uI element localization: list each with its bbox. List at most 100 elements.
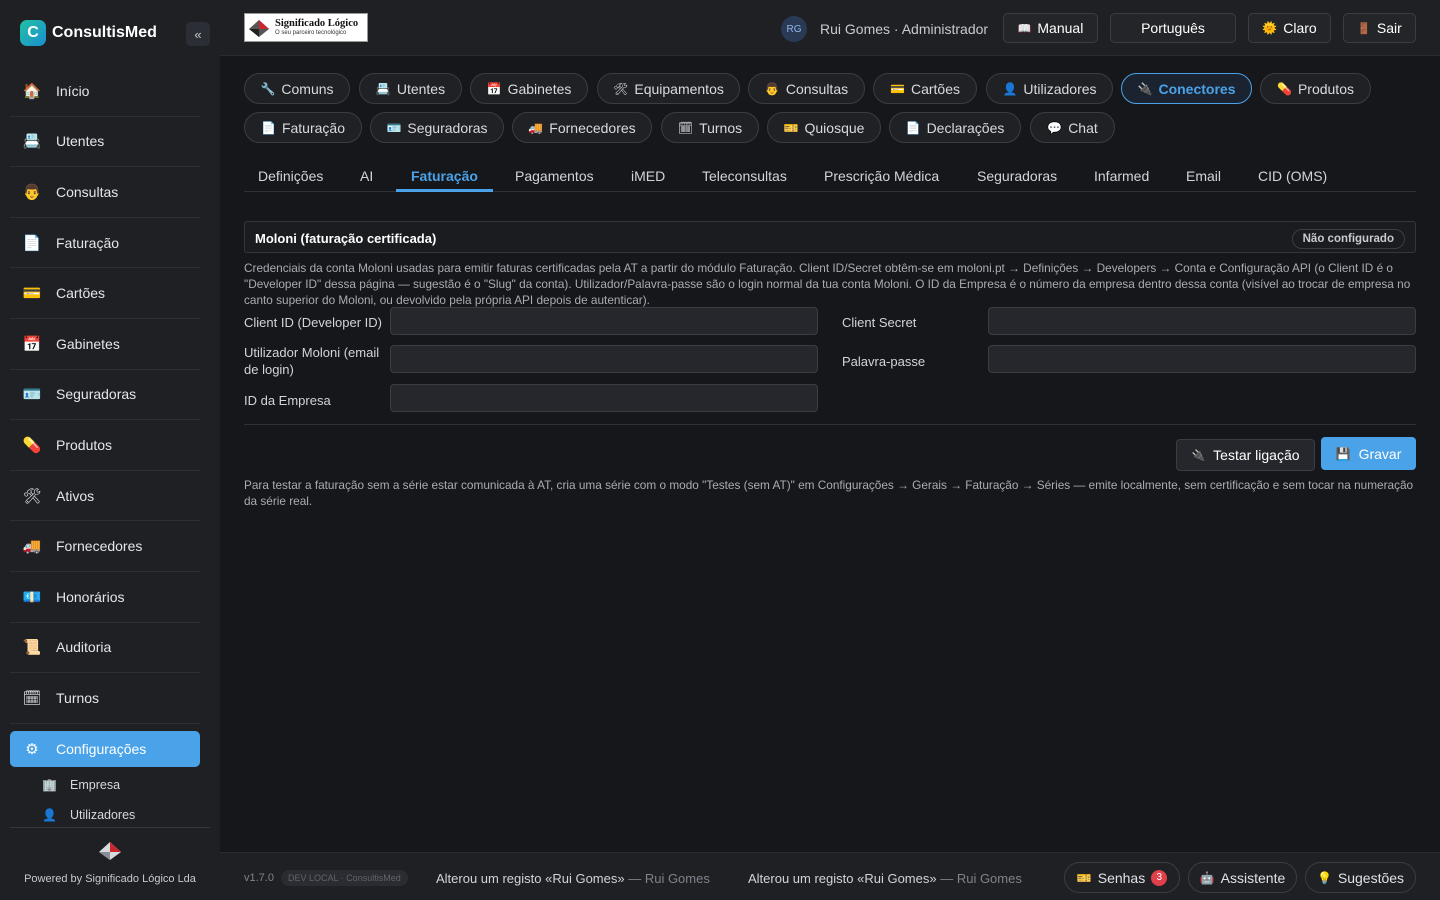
section-consultas[interactable]: 👨 Consultas [748, 73, 865, 104]
tab-cid-oms[interactable]: CID (OMS) [1258, 168, 1327, 184]
section-turnos[interactable]: 🗓 Turnos [661, 112, 759, 143]
sidebar-item-inicio[interactable]: 🏠 Início [10, 66, 200, 117]
sidebar-item-label: Utentes [56, 133, 105, 150]
assistente-label: Assistente [1220, 869, 1286, 886]
username-label: Utilizador Moloni (email de login) [244, 345, 380, 377]
section-fornecedores[interactable]: 🚚 Fornecedores [512, 112, 652, 143]
company-logo[interactable]: Significado Lógico O seu parceiro tecnol… [244, 13, 368, 42]
tab-teleconsultas[interactable]: Teleconsultas [702, 168, 787, 184]
section-label: Cartões [910, 80, 960, 97]
section-chat[interactable]: 💬 Chat [1030, 112, 1115, 143]
tab-ai[interactable]: AI [360, 168, 373, 184]
theme-toggle-label: Claro [1283, 20, 1317, 36]
card-description: Credenciais da conta Moloni usadas para … [244, 261, 1411, 307]
tab-prescricao-medica[interactable]: Prescrição Médica [824, 168, 939, 184]
section-declaracoes[interactable]: 📄 Declarações [889, 112, 1021, 143]
patients-icon: 📇 [22, 133, 42, 151]
section-produtos[interactable]: 💊 Produtos [1260, 73, 1371, 104]
senhas-button[interactable]: 🎫 Senhas 3 [1064, 862, 1180, 893]
section-label: Produtos [1297, 80, 1354, 97]
sidebar-item-fornecedores[interactable]: 🚚 Fornecedores [10, 521, 200, 572]
tab-email[interactable]: Email [1186, 168, 1221, 184]
sidebar-subitem-utilizadores[interactable]: 👤 Utilizadores [10, 800, 200, 830]
sugestoes-button[interactable]: 💡 Sugestões [1305, 862, 1416, 893]
sidebar-item-seguradoras[interactable]: 🪪 Seguradoras [10, 370, 200, 421]
sidebar-item-label: Início [56, 82, 90, 99]
client-secret-input[interactable] [988, 307, 1416, 335]
section-faturacao[interactable]: 📄 Faturação [244, 112, 362, 143]
sidebar-item-auditoria[interactable]: 📜 Auditoria [10, 623, 200, 674]
sidebar-item-label: Faturação [56, 234, 120, 251]
sidebar-item-cartoes[interactable]: 💳 Cartões [10, 268, 200, 319]
company-id-input[interactable] [390, 384, 818, 412]
section-quiosque[interactable]: 🎫 Quiosque [767, 112, 881, 143]
sidebar-divider [10, 827, 210, 828]
test-connection-button[interactable]: 🔌 Testar ligação [1176, 439, 1315, 471]
app-name: ConsultisMed [52, 24, 157, 41]
sidebar-subitem-label: Utilizadores [70, 808, 136, 822]
client-id-input[interactable] [390, 307, 818, 335]
section-conectores[interactable]: 🔌 Conectores [1121, 73, 1252, 104]
section-label: Quiosque [804, 119, 865, 136]
sidebar-item-consultas[interactable]: 👨 Consultas [10, 167, 200, 218]
company-logo-tagline: O seu parceiro tecnológico [275, 30, 347, 36]
assistente-button[interactable]: 🤖 Assistente [1188, 862, 1297, 893]
sidebar-item-ativos[interactable]: 🛠 Ativos [10, 471, 200, 522]
ticket-icon: 🎫 [1076, 870, 1092, 885]
section-label: Equipamentos [634, 80, 724, 97]
senhas-label: Senhas [1097, 869, 1146, 886]
avatar[interactable]: RG [781, 16, 807, 42]
test-connection-label: Testar ligação [1213, 447, 1300, 463]
section-gabinetes[interactable]: 📅 Gabinetes [470, 73, 588, 104]
sidebar-subitem-empresa[interactable]: 🏢 Empresa [10, 770, 200, 800]
invoice-icon: 📄 [22, 234, 42, 252]
version-label: v1.7.0 [244, 872, 274, 884]
section-equipamentos[interactable]: 🛠 Equipamentos [597, 73, 740, 104]
sidebar-item-turnos[interactable]: 🗓 Turnos [10, 673, 200, 724]
sidebar-item-configuracoes[interactable]: ⚙ Configurações [10, 730, 200, 767]
manual-button-label: Manual [1037, 20, 1084, 36]
sidebar-item-honorarios[interactable]: 💶 Honorários [10, 572, 200, 623]
password-input[interactable] [988, 345, 1416, 373]
section-seguradoras[interactable]: 🪪 Seguradoras [370, 112, 504, 143]
section-utentes[interactable]: 📇 Utentes [359, 73, 462, 104]
tab-faturacao[interactable]: Faturação [411, 168, 478, 184]
calendar-icon: 📅 [22, 335, 42, 353]
collapse-sidebar-button[interactable]: « [186, 22, 210, 46]
tab-definicoes[interactable]: Definições [258, 168, 323, 184]
tab-seguradoras[interactable]: Seguradoras [977, 168, 1057, 184]
sidebar-item-produtos[interactable]: 💊 Produtos [10, 420, 200, 471]
tab-pagamentos[interactable]: Pagamentos [515, 168, 594, 184]
sidebar-item-label: Gabinetes [56, 335, 120, 352]
tab-imed[interactable]: iMED [631, 168, 665, 184]
user-label: Rui Gomes · Administrador [820, 21, 989, 37]
shifts-icon: 🗓 [22, 689, 42, 707]
section-label: Comuns [281, 80, 334, 97]
brand[interactable]: C ConsultisMed [20, 20, 157, 46]
section-cartoes[interactable]: 💳 Cartões [873, 73, 977, 104]
save-button[interactable]: 💾 Gravar [1321, 437, 1416, 470]
sidebar-item-gabinetes[interactable]: 📅 Gabinetes [10, 319, 200, 370]
card-icon: 💳 [22, 285, 42, 303]
logout-button[interactable]: 🚪 Sair [1343, 13, 1416, 43]
floppy-icon: 💾 [1335, 446, 1351, 461]
section-utilizadores[interactable]: 👤 Utilizadores [986, 73, 1113, 104]
log-user: — Rui Gomes [940, 871, 1022, 886]
insurance-icon: 🪪 [386, 120, 402, 135]
sidebar-item-faturacao[interactable]: 📄 Faturação [10, 218, 200, 269]
section-comuns[interactable]: 🔧 Comuns [244, 73, 350, 104]
company-id-label: ID da Empresa [244, 393, 331, 408]
language-select[interactable]: Português [1110, 13, 1236, 43]
chat-icon: 💬 [1047, 120, 1063, 135]
activity-log-item[interactable]: Alterou um registo «Rui Gomes» — Rui Gom… [436, 871, 710, 886]
username-input[interactable] [390, 345, 818, 373]
activity-log-item[interactable]: Alterou um registo «Rui Gomes» — Rui Gom… [748, 871, 1022, 886]
document-icon: 📄 [905, 120, 921, 135]
sidebar-item-utentes[interactable]: 📇 Utentes [10, 117, 200, 168]
calendar-icon: 📅 [486, 81, 502, 96]
tab-infarmed[interactable]: Infarmed [1094, 168, 1149, 184]
theme-toggle-button[interactable]: 🌞 Claro [1248, 13, 1331, 43]
manual-button[interactable]: 📖 Manual [1003, 13, 1098, 43]
sidebar-item-label: Configurações [56, 740, 147, 757]
sugestoes-label: Sugestões [1337, 869, 1405, 886]
